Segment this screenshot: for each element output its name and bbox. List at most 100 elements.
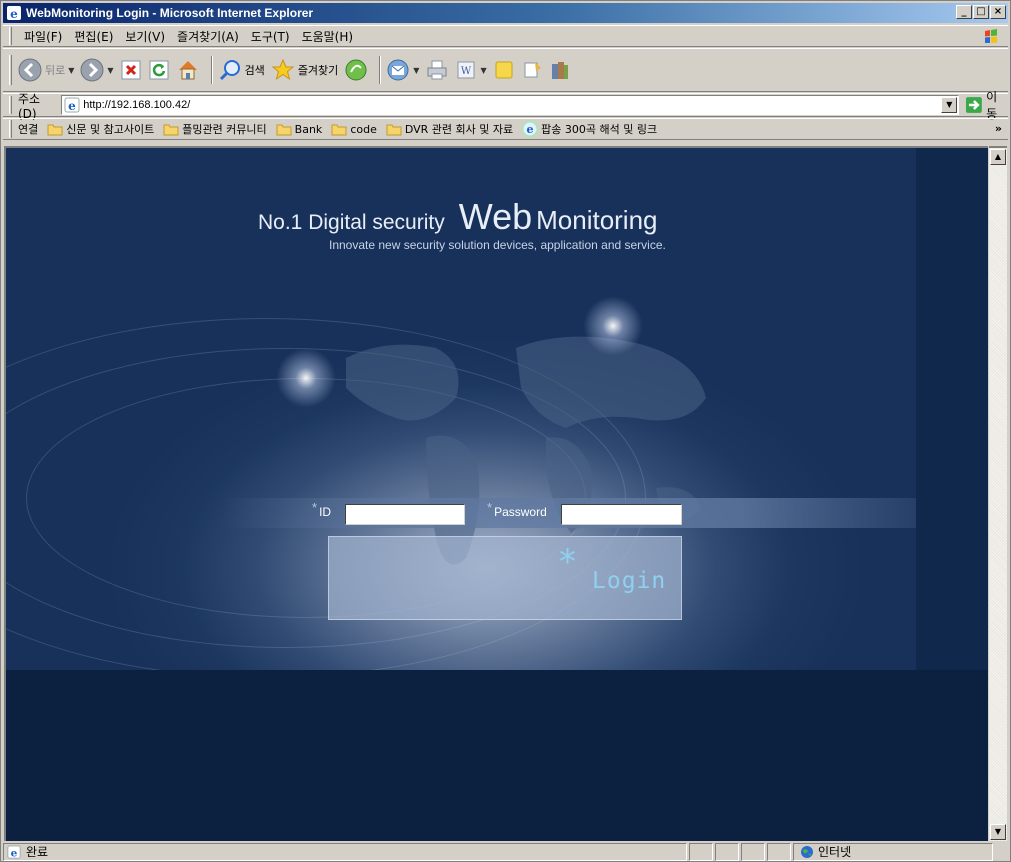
light-flare (583, 296, 643, 356)
id-label: * ID (312, 500, 332, 519)
note-icon (495, 61, 513, 79)
messenger-icon (524, 62, 541, 78)
page-icon: e (64, 97, 80, 113)
scroll-up-icon[interactable]: ▲ (990, 149, 1006, 165)
mail-icon (387, 59, 409, 81)
headline-small: No.1 Digital security (258, 211, 445, 234)
menu-view[interactable]: 보기(V) (119, 28, 171, 45)
toolbar-grip[interactable] (9, 55, 12, 85)
discuss-button[interactable] (493, 59, 515, 81)
page-viewport: No.1 Digital security Web Monitoring Innov… (4, 146, 988, 841)
login-button[interactable]: * Login (328, 536, 682, 620)
id-input[interactable] (345, 504, 465, 525)
link-dvr[interactable]: DVR 관련 회사 및 자료 (386, 121, 513, 137)
svg-text:e: e (10, 7, 18, 21)
maximize-button[interactable]: □ (973, 5, 989, 19)
back-button[interactable]: 뒤로 ▼ (18, 58, 74, 82)
hero-banner: No.1 Digital security Web Monitoring Innov… (6, 148, 916, 670)
folder-icon (276, 124, 292, 136)
scroll-down-icon[interactable]: ▼ (990, 824, 1006, 840)
id-star-icon: * (312, 500, 318, 515)
folder-icon (163, 124, 179, 136)
forward-button[interactable]: ▼ (80, 58, 114, 82)
svg-text:e: e (68, 99, 76, 113)
address-input[interactable]: e http://192.168.100.42/ ▼ (61, 95, 960, 115)
edit-dropdown-icon[interactable]: ▼ (480, 66, 486, 75)
login-star-icon: * (559, 542, 576, 582)
menu-help[interactable]: 도움말(H) (296, 28, 360, 45)
printer-icon (427, 60, 447, 80)
edit-button[interactable]: W ▼ (455, 59, 487, 81)
search-button[interactable]: 검색 (218, 58, 265, 82)
mail-dropdown-icon[interactable]: ▼ (413, 66, 419, 75)
back-dropdown-icon[interactable]: ▼ (68, 66, 74, 75)
folder-icon (47, 124, 63, 136)
star-icon (271, 58, 295, 81)
browser-window: e WebMonitoring Login - Microsoft Intern… (0, 0, 1011, 862)
address-dropdown-icon[interactable]: ▼ (941, 97, 958, 113)
done-page-icon: e (7, 844, 21, 859)
status-panel (689, 842, 713, 861)
page-headline: No.1 Digital security Web Monitoring (258, 196, 658, 238)
headline-web: Web (458, 196, 533, 237)
page-tagline: Innovate new security solution devices, … (329, 238, 666, 252)
password-star-icon: * (487, 500, 493, 515)
go-arrow-icon (966, 97, 983, 113)
login-label: Login (592, 568, 667, 594)
refresh-button[interactable] (148, 59, 170, 81)
menu-file[interactable]: 파일(F) (18, 28, 68, 45)
toolbar-separator (379, 56, 382, 84)
headline-monitoring: Monitoring (536, 205, 658, 235)
menu-favorites[interactable]: 즐겨찾기(A) (171, 28, 245, 45)
folder-icon (386, 124, 402, 136)
search-icon (219, 60, 240, 81)
address-grip[interactable] (9, 96, 12, 114)
status-bar: e 완료 인터넷 (3, 842, 1008, 861)
minimize-button[interactable]: _ (956, 5, 972, 19)
research-button[interactable] (549, 59, 571, 81)
svg-text:e: e (11, 847, 18, 859)
toolbar-separator (210, 56, 213, 84)
links-more-chevron-icon[interactable]: » (995, 122, 1002, 135)
ie-page-icon: e (522, 121, 538, 137)
link-code[interactable]: code (331, 122, 377, 136)
password-label: * Password (487, 500, 547, 519)
links-label: 연결 (18, 123, 39, 136)
light-flare (276, 348, 336, 408)
link-bank[interactable]: Bank (276, 122, 322, 136)
link-popsong[interactable]: e 팝송 300곡 해석 및 링크 (522, 121, 657, 137)
menu-bar: 파일(F) 편집(E) 보기(V) 즐겨찾기(A) 도구(T) 도움말(H) (3, 25, 1008, 47)
close-button[interactable]: × (990, 5, 1006, 19)
status-panel (741, 842, 765, 861)
links-bar: 연결 신문 및 참고사이트 플밍관련 커뮤니티 Bank code DVR 관련… (3, 118, 1008, 140)
menu-edit[interactable]: 편집(E) (68, 28, 119, 45)
window-title: WebMonitoring Login - Microsoft Internet… (26, 6, 314, 20)
stop-button[interactable] (120, 59, 142, 81)
vertical-scrollbar[interactable]: ▲ ▼ (989, 146, 1007, 841)
toolbar: 뒤로 ▼ ▼ 검색 즐겨찾기 ▼ W ▼ (3, 48, 1008, 92)
menu-grip[interactable] (9, 27, 12, 45)
media-button[interactable] (344, 58, 368, 82)
messenger-button[interactable] (521, 59, 543, 81)
print-button[interactable] (425, 58, 449, 82)
mail-button[interactable]: ▼ (386, 58, 419, 82)
password-input[interactable] (561, 504, 682, 525)
forward-dropdown-icon[interactable]: ▼ (107, 66, 113, 75)
menu-tools[interactable]: 도구(T) (245, 28, 296, 45)
banner-side-panel (916, 148, 988, 670)
links-grip[interactable] (9, 120, 12, 138)
link-news[interactable]: 신문 및 참고사이트 (47, 121, 154, 137)
favorites-button[interactable]: 즐겨찾기 (271, 58, 338, 82)
go-button[interactable]: 이동 (965, 88, 1008, 122)
back-arrow-icon (18, 58, 42, 82)
research-icon (551, 62, 568, 79)
security-zone[interactable]: 인터넷 (793, 842, 993, 861)
status-text: e 완료 (3, 842, 687, 861)
title-bar[interactable]: e WebMonitoring Login - Microsoft Intern… (3, 3, 1008, 23)
windows-logo-icon (978, 27, 1004, 46)
home-button[interactable] (176, 58, 200, 82)
ie-icon: e (7, 6, 21, 21)
link-programming[interactable]: 플밍관련 커뮤니티 (163, 121, 267, 137)
globe-icon (801, 845, 813, 858)
word-icon: W (457, 61, 475, 79)
